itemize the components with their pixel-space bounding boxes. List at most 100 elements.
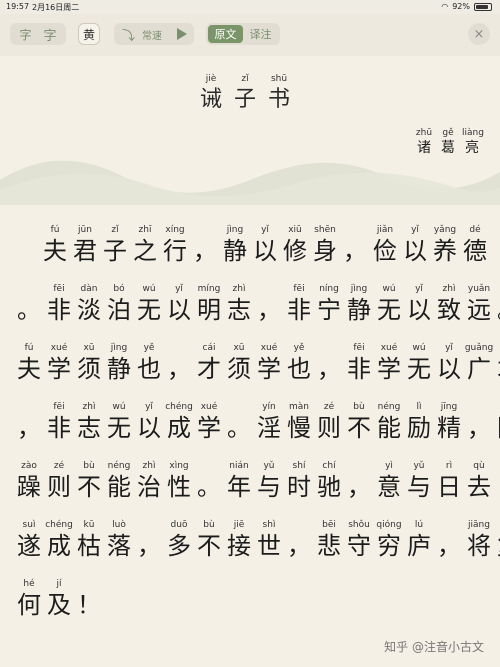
text-char: bù 不 bbox=[344, 402, 374, 443]
pinyin bbox=[194, 461, 224, 472]
pinyin: zé bbox=[53, 461, 65, 471]
pinyin: wú bbox=[412, 343, 426, 353]
hanzi: ， bbox=[167, 355, 191, 383]
hanzi: 非 bbox=[47, 296, 71, 324]
text-char: bó 泊 bbox=[104, 284, 134, 325]
pinyin: fēi bbox=[53, 284, 65, 294]
pinyin bbox=[434, 520, 464, 531]
hanzi: 无 bbox=[407, 355, 431, 383]
text-char: lú 庐 bbox=[404, 520, 434, 561]
pinyin: cái bbox=[202, 343, 216, 353]
punctuation: ， bbox=[494, 461, 500, 502]
pinyin: xiǎn bbox=[494, 402, 500, 413]
text-char: jìng 静 bbox=[220, 225, 250, 266]
hanzi: 险 bbox=[494, 413, 500, 443]
hanzi: 与 bbox=[407, 473, 431, 501]
text-char: wú 无 bbox=[134, 284, 164, 325]
speed-label[interactable]: 常速 bbox=[142, 27, 162, 42]
pinyin: bēi bbox=[322, 520, 336, 530]
hanzi: 。 bbox=[197, 473, 221, 501]
hanzi: 养 bbox=[433, 237, 457, 265]
pinyin: yǔ bbox=[413, 461, 425, 471]
pinyin: néng bbox=[377, 402, 401, 412]
text-char: chí 驰 bbox=[314, 461, 344, 502]
text-line: hé 何 jí 及！ bbox=[14, 579, 104, 620]
text-char: zào 躁 bbox=[14, 461, 44, 502]
text-char: wú 无 bbox=[374, 284, 404, 325]
hanzi: 以 bbox=[437, 355, 461, 383]
hanzi: 才 bbox=[494, 354, 500, 384]
text-char: qióng 穷 bbox=[374, 520, 404, 561]
hanzi: 年 bbox=[227, 473, 251, 501]
hanzi: 志 bbox=[227, 296, 251, 324]
hanzi: 多 bbox=[167, 532, 191, 560]
text-char: fēi 非 bbox=[344, 343, 374, 384]
color-theme-button[interactable]: 黄 bbox=[78, 23, 100, 45]
hanzi: 无 bbox=[377, 296, 401, 324]
pinyin: qióng bbox=[376, 520, 402, 530]
mode-annotation-tab[interactable]: 译注 bbox=[243, 25, 278, 43]
mode-original-tab[interactable]: 原文 bbox=[208, 25, 243, 43]
pinyin: zé bbox=[323, 402, 335, 412]
pinyin bbox=[14, 225, 27, 236]
pinyin: zào bbox=[21, 461, 37, 471]
pinyin: yì bbox=[385, 461, 393, 471]
status-time: 19:57 bbox=[6, 2, 30, 11]
pinyin bbox=[314, 343, 344, 354]
text-char: yě 也 bbox=[134, 343, 164, 384]
punctuation bbox=[27, 225, 40, 266]
text-char: yín 淫 bbox=[254, 402, 284, 443]
text-char: néng 能 bbox=[374, 402, 404, 443]
pinyin: yǐ bbox=[261, 225, 269, 235]
text-line: suì 遂 chéng 成 kū 枯 luò 落， duō 多 bù 不 jiē 接 shì 世， bēi 悲 sh… bbox=[14, 520, 500, 561]
pinyin bbox=[74, 579, 104, 590]
hanzi: 非 bbox=[287, 296, 311, 324]
speed-arrow-icon[interactable]: ⤵ bbox=[122, 25, 135, 44]
hanzi: 能 bbox=[377, 414, 401, 442]
pinyin: kū bbox=[83, 520, 95, 530]
text-char: zhì 治 bbox=[134, 461, 164, 502]
pinyin: fēi bbox=[353, 343, 365, 353]
hanzi: ！ bbox=[77, 591, 101, 619]
punctuation: ， bbox=[14, 402, 44, 443]
hanzi: 以 bbox=[403, 237, 427, 265]
punctuation: 。 bbox=[224, 402, 254, 443]
battery-icon bbox=[474, 2, 492, 11]
pinyin bbox=[224, 402, 254, 413]
hanzi: 驰 bbox=[317, 473, 341, 501]
text-char: shēn 身 bbox=[310, 225, 340, 266]
text-char: jiǎn 俭 bbox=[370, 225, 400, 266]
hanzi: 子 bbox=[233, 87, 256, 112]
play-icon[interactable] bbox=[177, 28, 187, 40]
hanzi: 日 bbox=[437, 473, 461, 501]
pinyin: bù bbox=[203, 520, 215, 530]
font-size-small-button[interactable]: 字 bbox=[19, 26, 31, 43]
text-char: yuǎn 远 bbox=[464, 284, 494, 325]
text-char: bù 不 bbox=[74, 461, 104, 502]
punctuation: ， bbox=[134, 520, 164, 561]
pinyin: luò bbox=[112, 520, 126, 530]
text-char: yǐ 以 bbox=[134, 402, 164, 443]
hanzi: 以 bbox=[253, 237, 277, 265]
punctuation: ！ bbox=[74, 579, 104, 620]
hanzi: 静 bbox=[223, 237, 247, 265]
font-size-large-button[interactable]: 字 bbox=[44, 25, 57, 44]
text-char: jiē 接 bbox=[224, 520, 254, 561]
text-char: yǔ 与 bbox=[254, 461, 284, 502]
hanzi: 明 bbox=[197, 296, 221, 324]
pinyin: shì bbox=[262, 520, 276, 530]
pinyin: jìng bbox=[110, 343, 128, 353]
pinyin: yǐ bbox=[415, 284, 423, 294]
text-line: fú 夫 jūn 君 zǐ 子 zhī 之 xíng 行， jìng 静 yǐ 以 xiū 修 shēn 身， ji… bbox=[14, 225, 490, 266]
pinyin: fú bbox=[50, 225, 60, 235]
text-char: fú 夫 bbox=[14, 343, 44, 384]
hanzi: 学 bbox=[257, 355, 281, 383]
pinyin: dé bbox=[469, 225, 481, 235]
pinyin bbox=[344, 461, 374, 472]
text-char: màn 慢 bbox=[284, 402, 314, 443]
pinyin: fù bbox=[494, 520, 500, 531]
font-size-control: 字 字 bbox=[10, 23, 66, 45]
close-icon[interactable]: × bbox=[468, 23, 490, 45]
hanzi: 学 bbox=[377, 355, 401, 383]
text-char: fú 夫 bbox=[40, 225, 70, 266]
